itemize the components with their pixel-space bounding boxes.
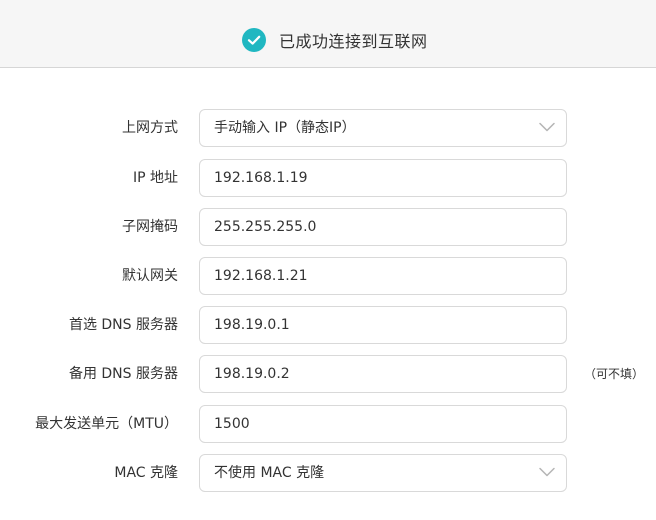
connection-status-text: 已成功连接到互联网	[279, 32, 428, 51]
ip-address-input[interactable]	[199, 159, 567, 197]
check-circle-icon	[242, 28, 266, 52]
secondary-dns-row: 备用 DNS 服务器 （可不填）	[0, 355, 656, 393]
mtu-label: 最大发送单元（MTU）	[35, 416, 178, 432]
primary-dns-row: 首选 DNS 服务器	[0, 306, 656, 344]
connection-status: 已成功连接到互联网	[242, 27, 428, 53]
default-gateway-label: 默认网关	[122, 268, 178, 284]
optional-hint: （可不填）	[584, 367, 645, 381]
connection-type-label: 上网方式	[122, 120, 178, 136]
subnet-mask-row: 子网掩码	[0, 208, 656, 246]
connection-status-bar: 已成功连接到互联网	[0, 0, 656, 68]
mac-clone-select[interactable]: 不使用 MAC 克隆	[199, 454, 567, 492]
ip-address-label: IP 地址	[132, 170, 178, 186]
default-gateway-input[interactable]	[199, 257, 567, 295]
secondary-dns-input[interactable]	[199, 355, 567, 393]
mtu-row: 最大发送单元（MTU）	[0, 405, 656, 443]
mac-clone-label: MAC 克隆	[114, 465, 178, 481]
connection-type-row: 上网方式 手动输入 IP（静态IP）	[0, 109, 656, 147]
chevron-down-icon	[539, 467, 555, 477]
chevron-down-icon	[539, 122, 555, 132]
subnet-mask-input[interactable]	[199, 208, 567, 246]
connection-type-value: 手动输入 IP（静态IP）	[214, 120, 356, 136]
mac-clone-value: 不使用 MAC 克隆	[214, 465, 325, 481]
mac-clone-row: MAC 克隆 不使用 MAC 克隆	[0, 454, 656, 492]
connection-type-select[interactable]: 手动输入 IP（静态IP）	[199, 109, 567, 147]
primary-dns-label: 首选 DNS 服务器	[68, 317, 178, 333]
subnet-mask-label: 子网掩码	[122, 219, 178, 235]
default-gateway-row: 默认网关	[0, 257, 656, 295]
mtu-input[interactable]	[199, 405, 567, 443]
network-settings-page: 已成功连接到互联网 上网方式 手动输入 IP（静态IP） IP 地址 子网掩码 …	[0, 0, 656, 520]
ip-address-row: IP 地址	[0, 159, 656, 197]
secondary-dns-label: 备用 DNS 服务器	[68, 366, 178, 382]
primary-dns-input[interactable]	[199, 306, 567, 344]
